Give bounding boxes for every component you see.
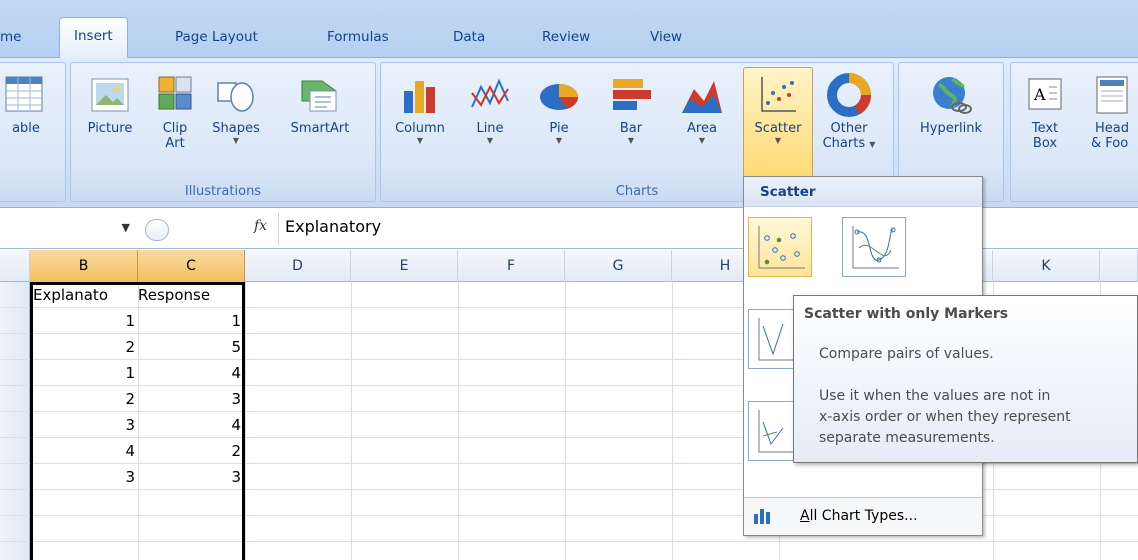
cell-b[interactable]: 1 (30, 360, 138, 386)
tab-insert[interactable]: Insert (59, 17, 128, 59)
formula-bar-divider (278, 213, 279, 245)
scatter-chart-icon (761, 77, 796, 112)
column-header-e[interactable]: E (351, 250, 458, 282)
bar-chart-button[interactable]: Bar ▼ (603, 73, 659, 146)
name-box-dropdown-icon[interactable]: ▼ (122, 221, 130, 234)
shapes-button[interactable]: Shapes ▼ (205, 73, 267, 146)
column-header-c[interactable]: C (138, 250, 245, 282)
clip-art-icon (158, 76, 192, 110)
formula-input[interactable]: Explanatory (285, 217, 381, 236)
cell-c[interactable]: 5 (138, 334, 244, 360)
header-footer-button[interactable]: Head & Foo (1081, 73, 1138, 151)
text-box-icon: A (1028, 78, 1062, 110)
bar-dropdown-arrow[interactable]: ▼ (603, 136, 659, 146)
group-text: A Text Box Head & Foo (1010, 62, 1138, 202)
cell-c[interactable]: 3 (138, 386, 244, 412)
chart-types-icon (754, 509, 770, 524)
tooltip-text: Compare pairs of values. (819, 346, 994, 362)
shapes-icon (217, 82, 254, 112)
scatter-gallery-title: Scatter (744, 177, 982, 207)
column-header-d[interactable]: D (245, 250, 351, 282)
tab-home[interactable]: me (0, 22, 21, 58)
group-label-illustrations: Illustrations (184, 184, 262, 199)
pie-chart-icon (540, 84, 579, 110)
column-header-l[interactable] (1100, 250, 1138, 282)
tooltip-text: x-axis order or when they represent (819, 409, 1071, 425)
tooltip-text: separate measurements. (819, 430, 995, 446)
scatter-tooltip: Scatter with only Markers Compare pairs … (793, 295, 1138, 463)
header-footer-icon (1096, 76, 1128, 114)
area-dropdown-arrow[interactable]: ▼ (673, 136, 731, 146)
column-header-f[interactable]: F (458, 250, 565, 282)
cell-c[interactable]: 4 (138, 412, 244, 438)
cell-b[interactable]: 4 (30, 438, 138, 464)
svg-text:A: A (1033, 85, 1046, 104)
shapes-dropdown-arrow[interactable]: ▼ (205, 136, 267, 146)
smartart-button[interactable]: SmartArt (279, 73, 361, 136)
other-charts-button[interactable]: Other Charts ▼ (817, 73, 881, 152)
scatter-markers-only-option[interactable] (748, 217, 812, 277)
cell-c[interactable]: 2 (138, 438, 244, 464)
cell-b[interactable]: 2 (30, 386, 138, 412)
cell-b[interactable]: 3 (30, 464, 138, 490)
line-chart-button[interactable]: Line ▼ (463, 73, 517, 146)
scatter-smooth-lines-icon (852, 226, 899, 269)
table-icon (5, 76, 43, 112)
smartart-icon (301, 80, 337, 112)
line-dropdown-arrow[interactable]: ▼ (463, 136, 517, 146)
column-chart-icon (404, 81, 435, 113)
cell-c[interactable]: 3 (138, 464, 244, 490)
cell-c[interactable]: 4 (138, 360, 244, 386)
all-chart-types-item[interactable]: All Chart Types... (744, 497, 982, 535)
cell-c-header[interactable]: Response (138, 282, 244, 308)
table-row (0, 542, 1138, 560)
tab-formulas[interactable]: Formulas (327, 22, 389, 58)
tab-page-layout[interactable]: Page Layout (175, 22, 258, 58)
scatter-dropdown-arrow[interactable]: ▼ (744, 136, 812, 146)
group-illustrations: Picture Clip Art Shapes ▼ SmartArt Illus… (70, 62, 376, 202)
picture-icon (91, 78, 129, 112)
cell-c[interactable]: 1 (138, 308, 244, 334)
text-box-button[interactable]: A Text Box (1017, 73, 1073, 151)
cell-b[interactable]: 3 (30, 412, 138, 438)
tab-data[interactable]: Data (453, 22, 485, 58)
other-charts-dropdown-arrow[interactable]: ▼ (869, 140, 875, 149)
tooltip-title: Scatter with only Markers (804, 306, 1009, 322)
pie-dropdown-arrow[interactable]: ▼ (531, 136, 587, 146)
tab-review[interactable]: Review (542, 22, 590, 58)
formula-bar-handle[interactable] (145, 219, 169, 241)
scatter-smooth-lines-markers-option[interactable] (842, 217, 906, 277)
name-box[interactable]: ▼ (0, 217, 132, 241)
scatter-chart-button[interactable]: Scatter ▼ (743, 67, 813, 179)
doughnut-chart-icon (827, 73, 871, 117)
picture-button[interactable]: Picture (79, 73, 141, 136)
column-header-b[interactable]: B (30, 250, 138, 282)
globe-link-icon (933, 77, 972, 114)
select-all-corner[interactable] (0, 250, 30, 282)
cell-b[interactable]: 1 (30, 308, 138, 334)
bar-chart-icon (613, 79, 651, 110)
cell-b[interactable]: 2 (30, 334, 138, 360)
clip-art-button[interactable]: Clip Art (151, 73, 199, 151)
insert-function-icon[interactable]: fx (254, 218, 267, 234)
column-dropdown-arrow[interactable]: ▼ (389, 136, 451, 146)
scatter-markers-icon (758, 226, 805, 269)
table-button[interactable]: able (0, 73, 61, 136)
tooltip-text: Use it when the values are not in (819, 388, 1051, 404)
column-chart-button[interactable]: Column ▼ (389, 73, 451, 146)
tab-view[interactable]: View (650, 22, 682, 58)
pie-chart-button[interactable]: Pie ▼ (531, 73, 587, 146)
ribbon-tab-bar: me Insert Page Layout Formulas Data Revi… (0, 0, 1138, 59)
all-chart-types-label: All Chart Types... (800, 508, 918, 524)
area-chart-icon (682, 81, 722, 113)
column-header-k[interactable]: K (993, 250, 1100, 282)
line-chart-icon (471, 78, 509, 108)
cell-b-header[interactable]: Explanato (33, 282, 138, 308)
area-chart-button[interactable]: Area ▼ (673, 73, 731, 146)
group-tables: able (0, 62, 66, 202)
hyperlink-button[interactable]: Hyperlink (905, 73, 997, 136)
column-header-g[interactable]: G (565, 250, 672, 282)
